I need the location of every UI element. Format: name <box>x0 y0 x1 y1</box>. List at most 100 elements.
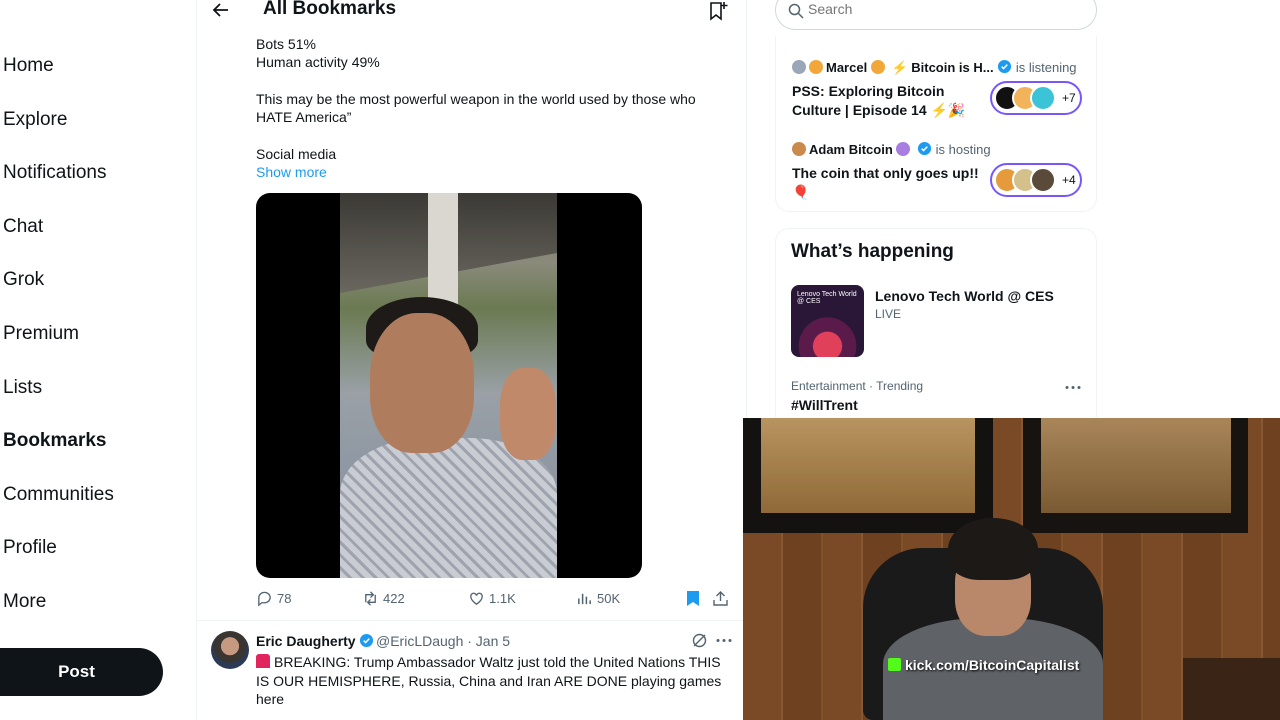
views-button[interactable]: 50K <box>576 590 620 607</box>
search-box[interactable] <box>775 0 1097 30</box>
listener-avatar <box>1030 85 1056 111</box>
listener-avatar <box>1030 167 1056 193</box>
nav-profile[interactable]: Profile <box>3 537 57 559</box>
trend-title[interactable]: #WillTrent <box>791 397 858 413</box>
nav-more[interactable]: More <box>3 591 46 613</box>
space-status: is listening <box>1015 60 1077 75</box>
main-timeline: All Bookmarks Bots 51% Human activity 49… <box>196 0 747 720</box>
video-scene <box>370 313 474 453</box>
tweet-actions: 78 422 1.1K 50K <box>256 590 736 610</box>
nav-bookmarks[interactable]: Bookmarks <box>3 430 107 452</box>
verified-badge-icon <box>360 633 374 648</box>
stream-watermark: kick.com/BitcoinCapitalist <box>888 657 1079 673</box>
tweet-text-line: HATE America” <box>256 109 352 125</box>
siren-icon <box>256 654 270 668</box>
like-button[interactable]: 1.1K <box>468 590 516 607</box>
tweet-text-line: Social media <box>256 146 337 162</box>
cabinet <box>1183 658 1280 720</box>
grok-icon[interactable] <box>691 632 708 649</box>
share-icon[interactable] <box>712 590 729 607</box>
listener-avatar <box>792 60 806 74</box>
space-host-row: Adam Bitcoin is hosting <box>792 141 991 157</box>
more-options-icon[interactable] <box>715 632 733 649</box>
tweet-body: BREAKING: Trump Ambassador Waltz just to… <box>256 654 722 707</box>
space-listeners-pill[interactable]: +4 <box>990 163 1082 197</box>
space-host-name: Adam Bitcoin <box>809 142 893 157</box>
page-title: All Bookmarks <box>263 0 397 19</box>
listener-count: +7 <box>1062 91 1076 105</box>
nav-chat[interactable]: Chat <box>3 216 43 238</box>
like-count: 1.1K <box>489 591 516 606</box>
more-options-icon[interactable] <box>1064 379 1082 396</box>
webcam-overlay: kick.com/BitcoinCapitalist <box>743 418 1280 720</box>
listener-count: +4 <box>1062 173 1076 187</box>
view-count: 50K <box>597 591 621 606</box>
page-header: All Bookmarks <box>197 0 746 24</box>
kick-logo-icon <box>888 658 901 671</box>
tweet-text: BREAKING: Trump Ambassador Waltz just to… <box>256 653 736 709</box>
analytics-icon <box>578 593 591 605</box>
space-title[interactable]: The coin that only goes up!! 🎈 <box>792 164 982 202</box>
bookmark-add-icon[interactable] <box>707 0 729 22</box>
tweet-text-line: Human activity 49% <box>256 54 380 70</box>
reply-count: 78 <box>277 591 292 606</box>
search-input[interactable] <box>808 1 1068 17</box>
picture-art <box>761 418 975 513</box>
tweet-text-line: This may be the most powerful weapon in … <box>256 91 696 107</box>
picture-art <box>1041 418 1231 513</box>
space-title[interactable]: PSS: Exploring Bitcoin Culture | Episode… <box>792 82 982 120</box>
nav-premium[interactable]: Premium <box>3 323 79 345</box>
reply-button[interactable]: 78 <box>256 590 291 607</box>
trend-thumbnail[interactable]: Lenovo Tech World @ CES <box>791 285 864 357</box>
live-spaces: Marcel ⚡ Bitcoin is H... is listening PS… <box>775 36 1097 212</box>
tweet-divider <box>197 620 746 621</box>
space-host-row: Marcel ⚡ Bitcoin is H... is listening <box>792 59 1077 76</box>
space-listeners-pill[interactable]: +7 <box>990 81 1082 115</box>
picture-frame <box>1023 418 1248 533</box>
reply-icon <box>258 591 271 607</box>
verified-badge-icon <box>998 59 1012 74</box>
nav-explore[interactable]: Explore <box>3 109 67 131</box>
trend-title[interactable]: Lenovo Tech World @ CES <box>875 288 1054 304</box>
heart-emoji-icon <box>896 142 911 156</box>
space-host-name: Marcel <box>826 60 868 75</box>
search-icon <box>788 3 804 19</box>
trend-live-label: LIVE <box>875 307 902 321</box>
repost-button[interactable]: 422 <box>362 590 405 607</box>
nav-grok[interactable]: Grok <box>3 269 44 291</box>
video-scene <box>500 368 556 460</box>
back-arrow-icon[interactable] <box>211 0 231 20</box>
heart-icon <box>470 592 483 605</box>
verified-badge-icon <box>917 141 932 156</box>
tweet-video[interactable] <box>256 193 642 578</box>
streamer-hair <box>948 518 1038 580</box>
space-host-extra: ⚡ Bitcoin is H... <box>891 60 994 75</box>
listener-avatar <box>809 60 823 74</box>
video-frame <box>340 193 557 578</box>
app-root: Home Explore Notifications Chat Grok Pre… <box>0 0 1280 720</box>
nav-notifications[interactable]: Notifications <box>3 162 107 184</box>
watermark-text: kick.com/BitcoinCapitalist <box>905 657 1080 673</box>
avatar[interactable] <box>211 631 249 669</box>
section-title: What’s happening <box>791 241 954 262</box>
repost-count: 422 <box>383 591 405 606</box>
post-button[interactable]: Post <box>0 648 163 696</box>
nav-lists[interactable]: Lists <box>3 377 42 399</box>
show-more-link[interactable]: Show more <box>256 164 327 180</box>
author-name[interactable]: Eric Daugherty <box>256 633 374 649</box>
trend-category: Entertainment · Trending <box>791 379 924 393</box>
author-handle-date: @EricLDaugh · Jan 5 <box>376 633 511 649</box>
space-status: is hosting <box>935 142 991 157</box>
whats-happening: What’s happening Lenovo Tech World @ CES… <box>775 228 1097 428</box>
host-avatar <box>792 142 806 156</box>
tweet-text-line: Bots 51% <box>256 36 316 52</box>
nav-home[interactable]: Home <box>3 55 54 77</box>
nav-communities[interactable]: Communities <box>3 484 114 506</box>
bookmark-filled-icon[interactable] <box>685 590 701 607</box>
left-nav: Home Explore Notifications Chat Grok Pre… <box>0 0 196 720</box>
listener-avatar <box>870 60 885 74</box>
picture-frame <box>743 418 993 533</box>
thumbnail-text: Lenovo Tech World @ CES <box>797 291 857 305</box>
repost-icon <box>365 591 376 606</box>
author-name-text: Eric Daugherty <box>256 633 356 649</box>
